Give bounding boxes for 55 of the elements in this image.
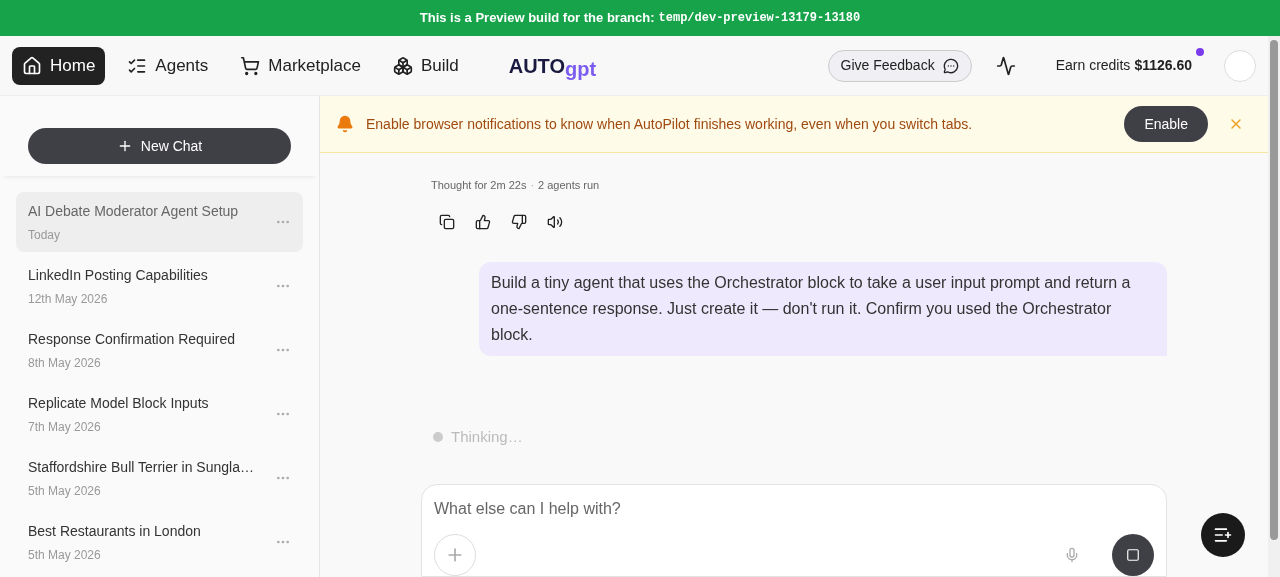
chat-title: Response Confirmation Required: [28, 329, 236, 349]
credits-pill[interactable]: Earn credits $1126.60: [1039, 47, 1208, 84]
cart-icon: [240, 55, 261, 76]
chat-title: Staffordshire Bull Terrier in Sungla…: [28, 457, 255, 477]
agents-count: 2 agents run: [538, 178, 600, 193]
nav-tab[interactable]: Marketplace: [230, 46, 371, 85]
speaker-icon[interactable]: [547, 213, 563, 230]
logo-mark: gpt: [565, 58, 597, 79]
thought-time: Thought for 2m 22s: [431, 178, 527, 193]
cubes-icon: [392, 55, 413, 76]
chat-title: LinkedIn Posting Capabilities: [28, 265, 209, 285]
home-icon: [22, 55, 42, 76]
enable-button[interactable]: Enable: [1124, 106, 1208, 142]
chat-title: AI Debate Moderator Agent Setup: [28, 201, 240, 221]
stop-button[interactable]: [1112, 534, 1154, 576]
chat-list-item[interactable]: AI Debate Moderator Agent Setup Today: [16, 192, 303, 252]
branch-name: temp/dev-preview-13179-13180: [658, 10, 861, 27]
banner-text: This is a Preview build for the branch:: [419, 9, 655, 28]
chat-list-item[interactable]: Response Confirmation Required 8th May 2026: [16, 320, 303, 380]
stop-icon: [1126, 548, 1140, 562]
floating-action-button[interactable]: [1201, 513, 1245, 557]
chat-date: 12th May 2026: [28, 290, 109, 308]
thumbs-down-icon[interactable]: [511, 213, 527, 230]
logo-text: AUTO: [508, 53, 566, 77]
chat-date: 5th May 2026: [28, 482, 102, 500]
user-message: Build a tiny agent that uses the Orchestrator block to take a user input prompt and return a one-sentence response. Just create it — don't run it. Confirm you used the Orchestrator block.: [479, 261, 1167, 356]
credits-label: Earn credits: [1055, 56, 1131, 75]
chat-icon: [942, 57, 959, 74]
nav-tab[interactable]: Agents: [117, 46, 219, 85]
separator-dot: ·: [530, 178, 535, 193]
thumbs-up-icon[interactable]: [475, 213, 491, 230]
thinking-status: Thinking…: [451, 426, 523, 447]
chat-date: 5th May 2026: [28, 546, 102, 564]
give-feedback-button[interactable]: Give Feedback: [827, 49, 972, 82]
logo[interactable]: AUTOgpt: [508, 50, 597, 81]
chat-date: Today: [28, 226, 62, 244]
nav-tab[interactable]: Build: [382, 46, 469, 85]
chat-list-item[interactable]: Best Restaurants in London 5th May 2026: [16, 512, 303, 572]
copy-icon[interactable]: [439, 213, 455, 230]
chat-list-item[interactable]: Replicate Model Block Inputs 7th May 2026: [16, 384, 303, 444]
chat-title: Best Restaurants in London: [28, 521, 202, 541]
avatar[interactable]: [1224, 49, 1256, 82]
credits-amount: $1126.60: [1134, 56, 1192, 75]
notification-text: Enable browser notifications to know when AutoPilot finishes working, even when you switch tabs.: [366, 114, 974, 134]
chat-date: 8th May 2026: [28, 354, 102, 372]
activity-icon[interactable]: [995, 55, 1016, 76]
chat-list-item[interactable]: LinkedIn Posting Capabilities 12th May 2026: [16, 256, 303, 316]
chat-title: Replicate Model Block Inputs: [28, 393, 210, 413]
chat-date: 7th May 2026: [28, 418, 102, 436]
microphone-icon[interactable]: [1064, 547, 1080, 563]
chat-list-item[interactable]: Staffordshire Bull Terrier in Sungla… 5th May 2026: [16, 448, 303, 508]
new-chat-button[interactable]: New Chat: [28, 128, 291, 164]
message-input[interactable]: What else can I help with?: [434, 497, 1154, 521]
bell-icon: [336, 115, 354, 133]
nav-tab[interactable]: Home: [12, 46, 106, 85]
